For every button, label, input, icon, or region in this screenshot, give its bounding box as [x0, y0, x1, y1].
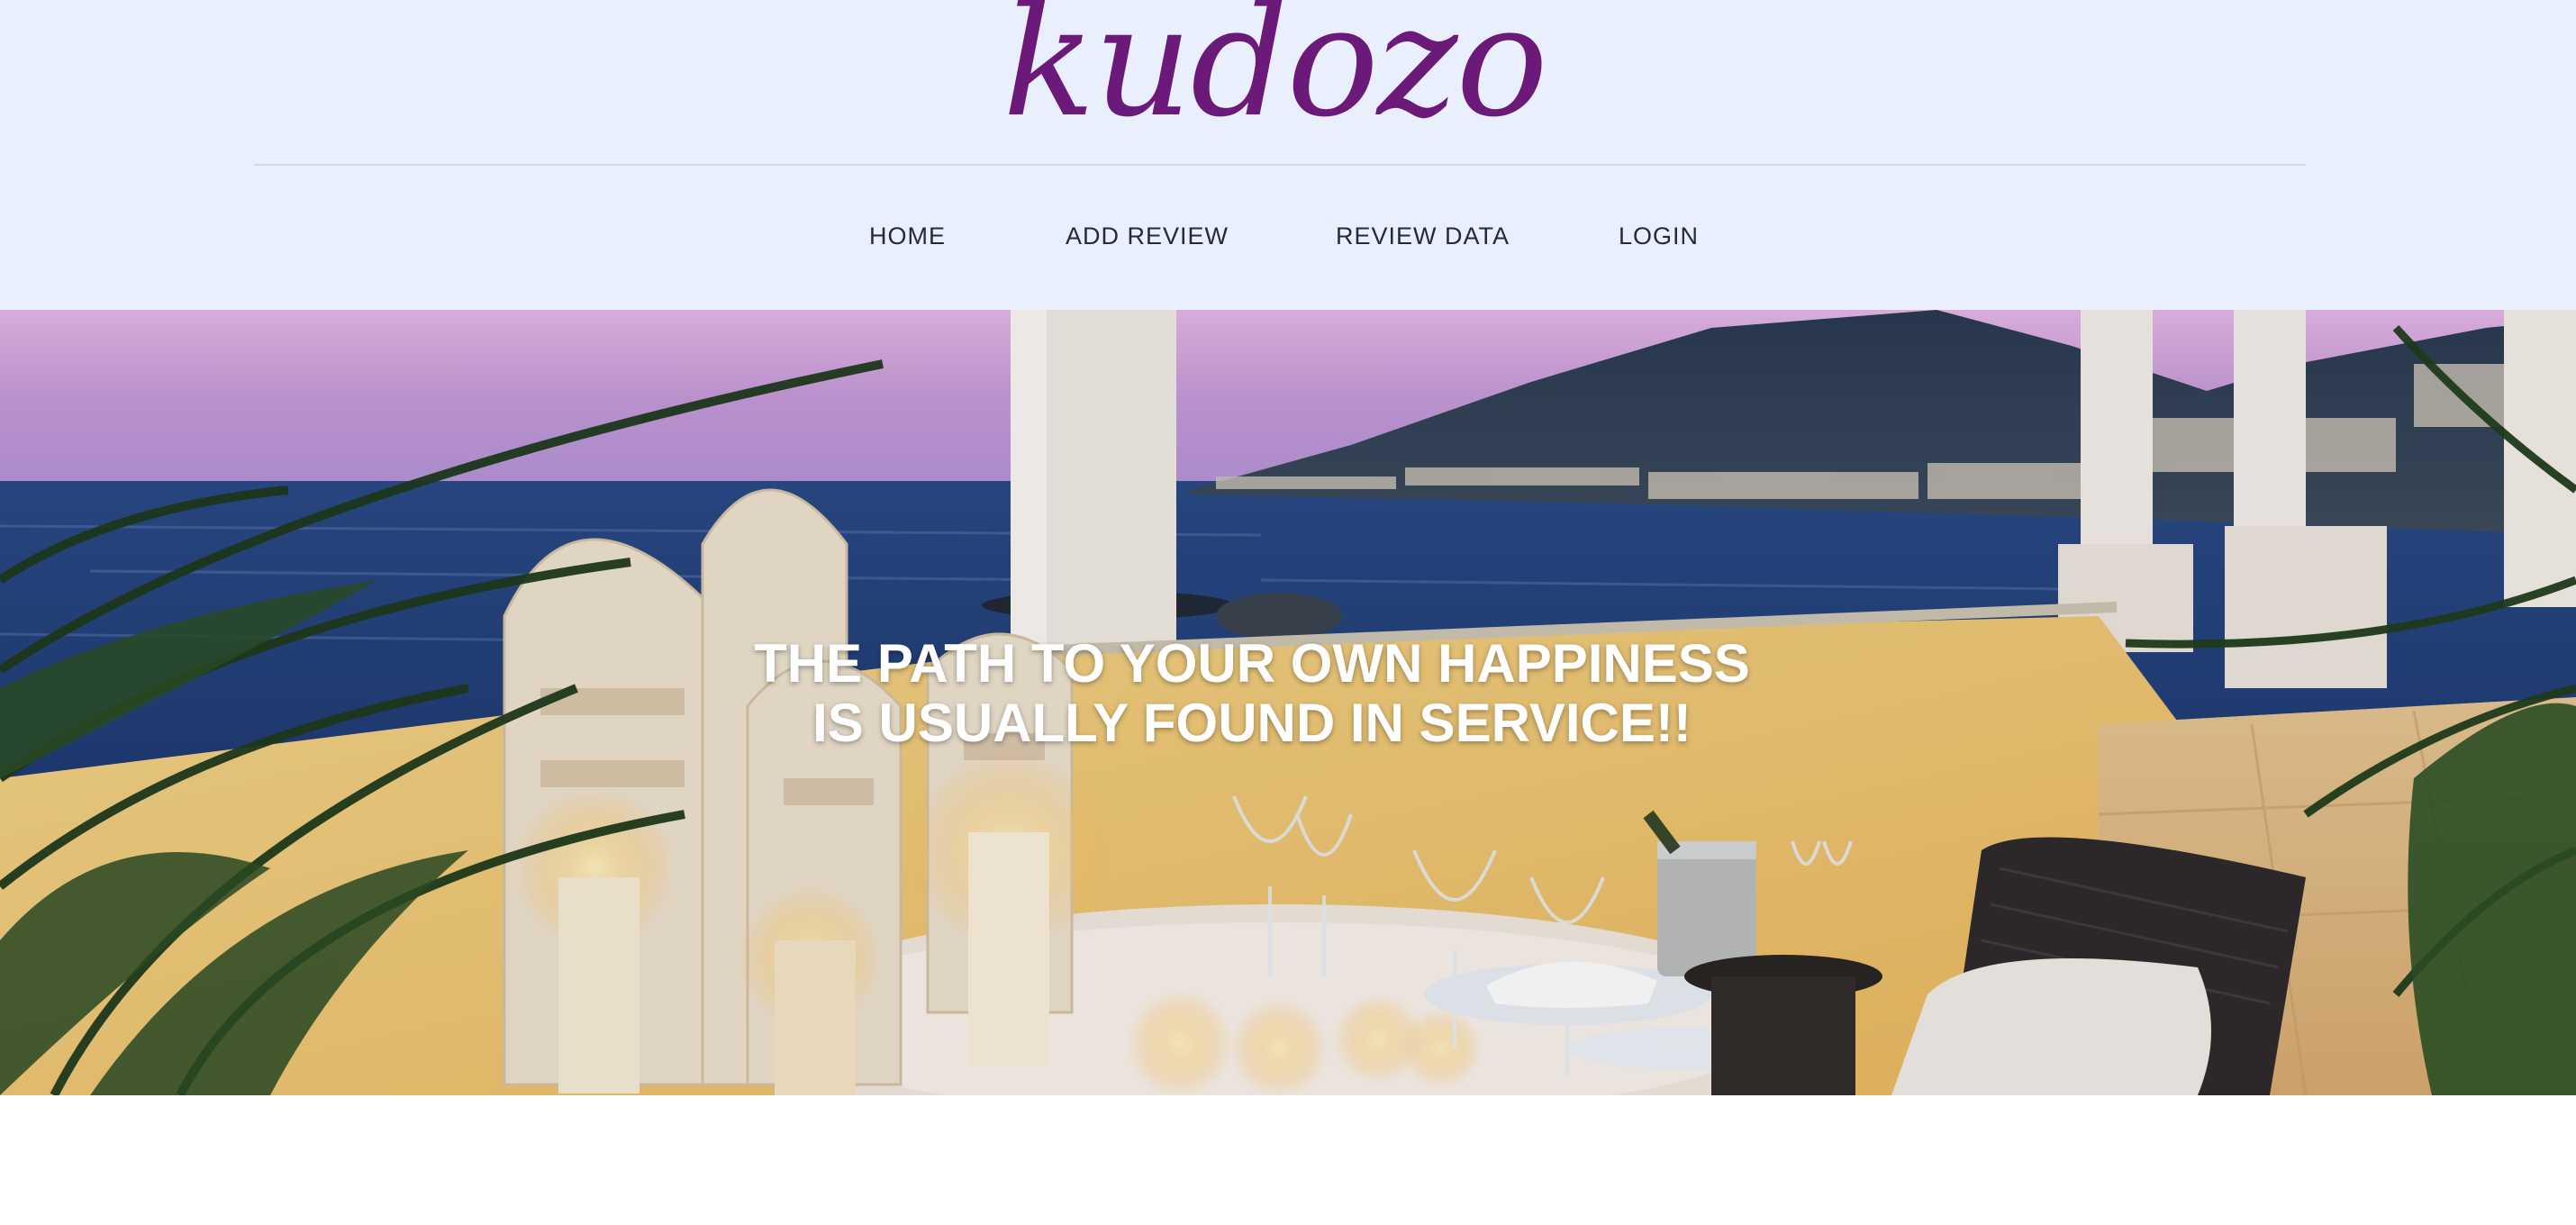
- nav-login[interactable]: LOGIN: [1619, 216, 1699, 256]
- main-nav: HOME ADD REVIEW REVIEW DATA LOGIN: [0, 216, 2576, 256]
- nav-home[interactable]: HOME: [869, 216, 946, 256]
- hero-headline-line-2: IS USUALLY FOUND IN SERVICE!!: [812, 693, 1692, 753]
- nav-add-review[interactable]: ADD REVIEW: [1066, 216, 1229, 256]
- header-divider: [254, 164, 2306, 166]
- hero-headline-line-1: THE PATH TO YOUR OWN HAPPINESS: [754, 633, 1750, 694]
- hero-headline: THE PATH TO YOUR OWN HAPPINESS IS USUALL…: [0, 634, 2540, 753]
- site-header: kudozo HOME ADD REVIEW REVIEW DATA LOGIN: [0, 0, 2576, 310]
- page-content-area: [0, 1095, 2576, 1225]
- site-logo[interactable]: kudozo: [0, 0, 2562, 139]
- nav-review-data[interactable]: REVIEW DATA: [1336, 216, 1510, 256]
- hero-banner: THE PATH TO YOUR OWN HAPPINESS IS USUALL…: [0, 310, 2576, 1095]
